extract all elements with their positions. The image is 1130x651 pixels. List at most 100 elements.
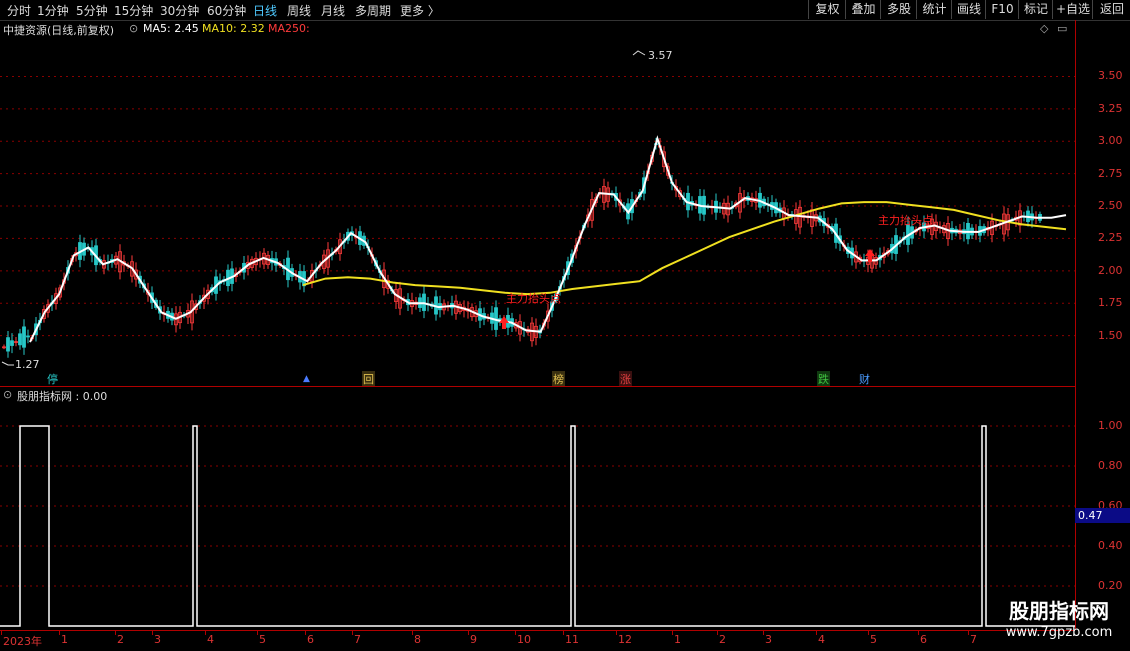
tab-fenshi[interactable]: 分时 bbox=[7, 2, 31, 19]
time-axis-tick bbox=[763, 631, 764, 635]
more-label: 更多 bbox=[400, 4, 425, 18]
price-tick-label: 2.25 bbox=[1098, 231, 1123, 245]
time-axis-tick bbox=[152, 631, 153, 635]
time-axis-label: 8 bbox=[414, 633, 421, 646]
tab-30min[interactable]: 30分钟 bbox=[160, 2, 199, 19]
time-axis-tick bbox=[968, 631, 969, 635]
candle-body bbox=[22, 326, 26, 348]
time-axis-tick bbox=[816, 631, 817, 635]
diamond-icon[interactable]: ◇ bbox=[1040, 22, 1048, 35]
time-axis-label: 12 bbox=[618, 633, 632, 646]
indicator-tick-label: 0.20 bbox=[1098, 579, 1123, 592]
badge-list[interactable]: 榜 bbox=[552, 371, 565, 387]
back-button[interactable]: 返回 bbox=[1092, 0, 1130, 19]
price-tick-label: 2.75 bbox=[1098, 166, 1123, 180]
time-axis-label: 7 bbox=[970, 633, 977, 646]
price-tick-label: 3.25 bbox=[1098, 101, 1123, 115]
time-axis-tick bbox=[205, 631, 206, 635]
ma10-label: MA10: 2.32 bbox=[202, 22, 265, 35]
tab-monthly[interactable]: 月线 bbox=[321, 2, 345, 19]
high-marker bbox=[632, 50, 646, 56]
indicator-gridlines bbox=[0, 425, 1075, 587]
high-price-label: 3.57 bbox=[648, 49, 673, 62]
time-axis-label: 11 bbox=[565, 633, 579, 646]
add-watchlist-button[interactable]: +自选 bbox=[1052, 0, 1093, 19]
window-icon[interactable]: ▭ bbox=[1057, 22, 1067, 35]
mark-button[interactable]: 标记 bbox=[1018, 0, 1053, 19]
f10-button[interactable]: F10 bbox=[985, 0, 1019, 19]
time-axis-tick bbox=[918, 631, 919, 635]
time-axis-label: 5 bbox=[259, 633, 266, 646]
time-axis-tick bbox=[616, 631, 617, 635]
time-axis-tick bbox=[257, 631, 258, 635]
candlestick-series bbox=[2, 137, 1042, 358]
ma5-label: MA5: 2.45 bbox=[143, 22, 199, 35]
time-axis-label: 9 bbox=[470, 633, 477, 646]
badge-back[interactable]: 回 bbox=[362, 371, 375, 387]
time-axis-label: 6 bbox=[920, 633, 927, 646]
price-tick-label: 1.75 bbox=[1098, 296, 1123, 310]
time-axis-label: 4 bbox=[207, 633, 214, 646]
indicator-settings-icon[interactable]: ⊙ bbox=[3, 388, 12, 401]
indicator-tick-label: 0.40 bbox=[1098, 539, 1123, 552]
time-axis-label: 1 bbox=[61, 633, 68, 646]
settings-circle-icon[interactable]: ⊙ bbox=[129, 22, 138, 35]
tab-15min[interactable]: 15分钟 bbox=[114, 2, 153, 19]
price-tick-label: 3.00 bbox=[1098, 134, 1123, 148]
price-tick-label: 2.00 bbox=[1098, 263, 1123, 277]
low-price-label: 1.27 bbox=[15, 358, 40, 371]
tab-more[interactable]: 更多 〉 bbox=[400, 2, 440, 19]
time-axis-tick bbox=[115, 631, 116, 635]
overlay-button[interactable]: 叠加 bbox=[845, 0, 881, 19]
time-axis-label: 3 bbox=[765, 633, 772, 646]
badge-fall[interactable]: 跌 bbox=[817, 371, 830, 387]
tab-5min[interactable]: 5分钟 bbox=[76, 2, 108, 19]
badge-halt[interactable]: 停 bbox=[46, 371, 59, 387]
time-axis-tick bbox=[1, 631, 2, 635]
badge-rise[interactable]: 涨 bbox=[619, 371, 632, 387]
time-axis-label: 3 bbox=[154, 633, 161, 646]
time-axis-label: 6 bbox=[307, 633, 314, 646]
tab-daily[interactable]: 日线 bbox=[253, 2, 277, 19]
period-toolbar: 分时 1分钟 5分钟 15分钟 30分钟 60分钟 日线 周线 月线 多周期 更… bbox=[0, 0, 1130, 21]
restore-rights-button[interactable]: 复权 bbox=[808, 0, 846, 19]
multi-stock-button[interactable]: 多股 bbox=[880, 0, 917, 19]
price-tick-label: 2.50 bbox=[1098, 199, 1123, 213]
price-tick-label: 3.50 bbox=[1098, 69, 1123, 83]
time-axis: 2023年 1 2 3 4 5 6 7 8 9 10 11 12 1 2 3 4 5 6 7 bbox=[0, 630, 1075, 651]
time-axis-label: 4 bbox=[818, 633, 825, 646]
tab-multi-period[interactable]: 多周期 bbox=[355, 2, 391, 19]
ma250-label: MA250: bbox=[268, 22, 310, 35]
tab-weekly[interactable]: 周线 bbox=[287, 2, 311, 19]
price-tick-label: 1.50 bbox=[1098, 328, 1123, 342]
badge-triangle[interactable]: ▲ bbox=[302, 374, 311, 384]
time-axis-tick bbox=[672, 631, 673, 635]
time-axis-label: 1 bbox=[674, 633, 681, 646]
time-axis-tick bbox=[515, 631, 516, 635]
draw-line-button[interactable]: 画线 bbox=[951, 0, 986, 19]
ma250-line bbox=[302, 201, 1067, 296]
time-axis-tick bbox=[412, 631, 413, 635]
time-axis-label: 2 bbox=[117, 633, 124, 646]
time-axis-tick bbox=[59, 631, 60, 635]
stock-title: 中捷资源(日线,前复权) bbox=[3, 24, 115, 37]
candle-body bbox=[10, 340, 14, 346]
signal-label-1: 主力抬头点 bbox=[506, 292, 561, 305]
indicator-line bbox=[0, 425, 1075, 627]
price-chart[interactable] bbox=[0, 37, 1075, 382]
time-axis-tick bbox=[563, 631, 564, 635]
time-axis-label: 2023年 bbox=[3, 635, 42, 648]
right-axis-line bbox=[1075, 20, 1076, 630]
indicator-tick-label: 1.00 bbox=[1098, 419, 1123, 432]
statistics-button[interactable]: 统计 bbox=[916, 0, 952, 19]
watermark-name: 股朋指标网 bbox=[1009, 599, 1109, 623]
indicator-tick-label: 0.80 bbox=[1098, 459, 1123, 472]
time-axis-label: 5 bbox=[870, 633, 877, 646]
cursor-value-tag: 0.47 bbox=[1075, 508, 1130, 523]
indicator-chart[interactable] bbox=[0, 402, 1075, 630]
badge-finance[interactable]: 财 bbox=[858, 371, 871, 387]
pane-separator[interactable] bbox=[0, 386, 1075, 387]
tab-1min[interactable]: 1分钟 bbox=[37, 2, 69, 19]
tab-60min[interactable]: 60分钟 bbox=[207, 2, 246, 19]
chevron-right-icon: 〉 bbox=[424, 4, 440, 18]
